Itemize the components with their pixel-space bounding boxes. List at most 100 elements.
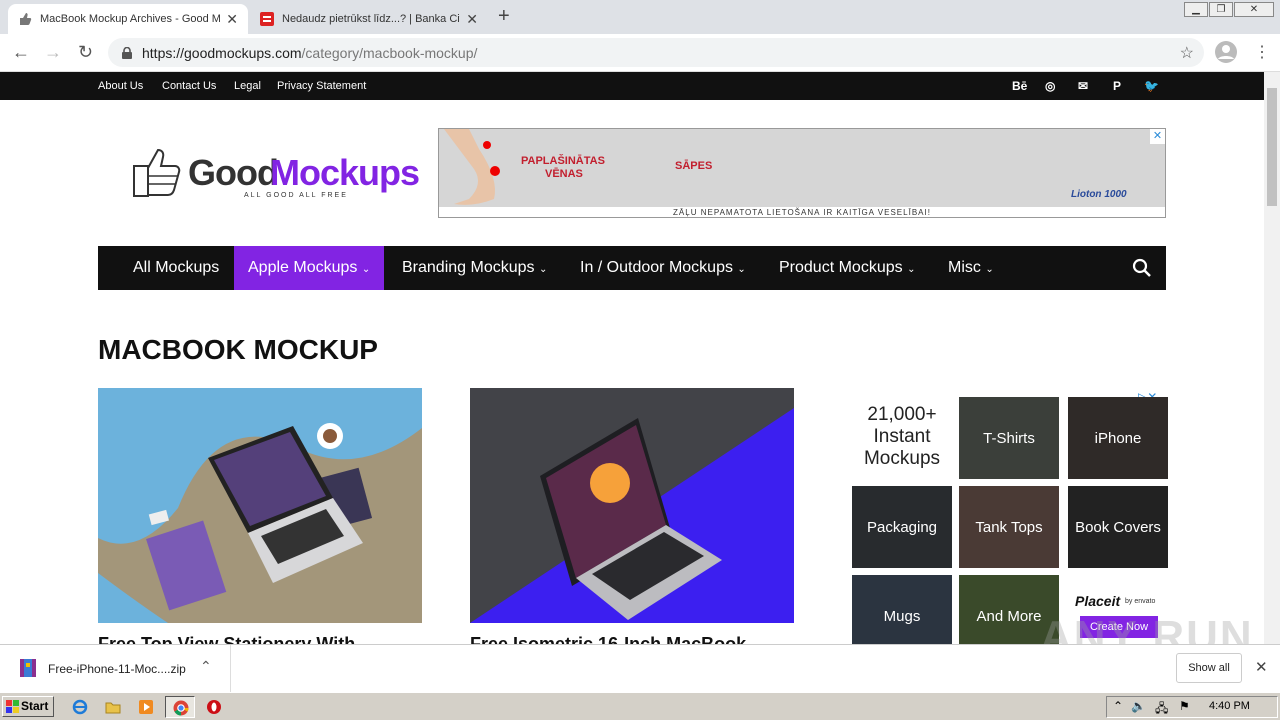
download-bar: Free-iPhone-11-Moc....zip ⌃ Show all ✕ xyxy=(0,644,1280,693)
isometric-macbook-image xyxy=(470,388,794,623)
behance-icon[interactable]: Bē xyxy=(1012,79,1027,93)
tab-title: MacBook Mockup Archives - Good Mo xyxy=(40,13,221,25)
bookmark-star-icon[interactable]: ☆ xyxy=(1180,43,1194,63)
show-all-button[interactable]: Show all xyxy=(1176,653,1242,683)
download-filename[interactable]: Free-iPhone-11-Moc....zip xyxy=(48,662,186,676)
download-close-icon[interactable]: ✕ xyxy=(1255,658,1268,676)
menu-kebab-icon[interactable]: ⋮ xyxy=(1254,42,1270,62)
top-link-legal[interactable]: Legal xyxy=(234,80,261,92)
chevron-down-icon: ⌄ xyxy=(737,264,746,275)
windows-taskbar: Start ⌃ 🔈 🖧 ⚑ 4:40 PM xyxy=(0,692,1280,720)
nav-label: Product Mockups xyxy=(779,259,903,276)
close-window-button[interactable]: ✕ xyxy=(1234,2,1274,17)
tile-iphone[interactable]: iPhone xyxy=(1068,397,1168,479)
tile-mugs[interactable]: Mugs xyxy=(852,575,952,644)
webpage: About Us Contact Us Legal Privacy Statem… xyxy=(0,72,1264,644)
main-nav: All Mockups Apple Mockups ⌄ Branding Moc… xyxy=(98,246,1166,290)
chrome-taskbar-button[interactable] xyxy=(165,696,195,718)
post-title-1[interactable]: Free Top View Stationery With xyxy=(98,634,422,644)
tab-banka[interactable]: Nedaudz pietrūkst līdz...? | Banka Cit ✕ xyxy=(250,4,488,34)
profile-avatar-icon[interactable] xyxy=(1215,41,1237,63)
url-domain: https://goodmockups.com xyxy=(142,44,302,61)
logo-tagline: ALL GOOD ALL FREE xyxy=(244,192,348,199)
chevron-down-icon: ⌄ xyxy=(985,264,994,275)
thumbs-up-logo-icon xyxy=(133,148,181,197)
banner-ad[interactable]: PAPLAŠINĀTAS VĒNAS SĀPES Lioton 1000 ZĀĻ… xyxy=(438,128,1166,218)
anyrun-watermark: ANY RUN xyxy=(1040,612,1254,644)
search-icon[interactable] xyxy=(1132,258,1152,278)
logo-mockups: Mockups xyxy=(270,152,420,193)
logo-good: Good xyxy=(188,152,279,193)
sidead-headline: 21,000+ Instant Mockups xyxy=(863,404,941,469)
network-icon[interactable]: 🖧 xyxy=(1155,699,1168,720)
new-tab-button[interactable]: + xyxy=(498,5,510,28)
browser-toolbar: ← → ↻ https://goodmockups.com/category/m… xyxy=(0,34,1280,72)
tab-macbook-mockup[interactable]: MacBook Mockup Archives - Good Mo ✕ xyxy=(8,4,248,34)
scrollbar-thumb[interactable] xyxy=(1267,88,1277,206)
nav-in-outdoor-mockups[interactable]: In / Outdoor Mockups ⌄ xyxy=(566,246,760,290)
nav-all-mockups[interactable]: All Mockups xyxy=(119,246,233,290)
folder-icon[interactable] xyxy=(105,699,121,715)
post-title-2[interactable]: Free Isometric 16-Inch MacBook xyxy=(470,634,794,644)
nav-label: Apple Mockups xyxy=(248,259,358,276)
start-button[interactable]: Start xyxy=(2,696,54,717)
minimize-button[interactable]: ▁ xyxy=(1184,2,1208,17)
twitter-icon[interactable]: 🐦 xyxy=(1144,79,1159,93)
flag-icon[interactable]: ⚑ xyxy=(1179,699,1190,713)
placeit-sidebar-ad[interactable]: ▷✕ 21,000+ Instant Mockups T-Shirts iPho… xyxy=(848,388,1176,644)
download-chevron-icon[interactable]: ⌃ xyxy=(200,658,212,675)
tab-title: Nedaudz pietrūkst līdz...? | Banka Cit xyxy=(282,13,461,25)
nav-label: In / Outdoor Mockups xyxy=(580,259,733,276)
address-bar[interactable]: https://goodmockups.com/category/macbook… xyxy=(108,38,1204,67)
tile-packaging[interactable]: Packaging xyxy=(852,486,952,568)
nav-label: Branding Mockups xyxy=(402,259,535,276)
nav-misc[interactable]: Misc ⌄ xyxy=(934,246,1008,290)
lock-icon xyxy=(122,46,132,59)
nav-apple-mockups[interactable]: Apple Mockups ⌄ xyxy=(234,246,385,290)
nav-product-mockups[interactable]: Product Mockups ⌄ xyxy=(765,246,929,290)
top-link-privacy[interactable]: Privacy Statement xyxy=(277,80,366,92)
url-path: /category/macbook-mockup/ xyxy=(301,44,478,61)
back-arrow-icon[interactable]: ← xyxy=(12,42,30,63)
leg-illustration xyxy=(444,129,500,205)
nav-label: Misc xyxy=(948,259,981,276)
ad-text-1: PAPLAŠINĀTAS xyxy=(521,155,605,167)
page-scrollbar[interactable] xyxy=(1264,72,1280,644)
ie-icon[interactable] xyxy=(72,699,88,715)
thumbs-up-icon xyxy=(20,13,32,25)
chevron-down-icon: ⌄ xyxy=(538,264,548,275)
clock[interactable]: 4:40 PM xyxy=(1209,700,1250,712)
placeit-logo: Placeit xyxy=(1075,593,1121,609)
top-bar: About Us Contact Us Legal Privacy Statem… xyxy=(0,72,1264,100)
restore-button[interactable]: ❐ xyxy=(1209,2,1233,17)
windows-logo-icon xyxy=(6,700,19,713)
envato-by-text: by envato xyxy=(1125,598,1156,605)
top-link-contact[interactable]: Contact Us xyxy=(162,80,216,92)
dribbble-icon[interactable]: ◎ xyxy=(1045,79,1055,93)
opera-icon[interactable] xyxy=(206,699,222,715)
media-player-icon[interactable] xyxy=(138,699,154,715)
tile-tank-tops[interactable]: Tank Tops xyxy=(959,486,1059,568)
top-link-about[interactable]: About Us xyxy=(98,80,143,92)
start-label: Start xyxy=(21,699,49,713)
tile-book-covers[interactable]: Book Covers xyxy=(1068,486,1168,568)
tab-close-icon[interactable]: ✕ xyxy=(226,11,238,28)
pinterest-icon[interactable]: P xyxy=(1113,79,1121,93)
tab-close-icon[interactable]: ✕ xyxy=(466,11,478,28)
site-logo[interactable]: Good Mockups ALL GOOD ALL FREE xyxy=(132,144,420,200)
download-divider xyxy=(230,645,231,693)
chevron-down-icon: ⌄ xyxy=(361,264,371,275)
reload-icon[interactable]: ↻ xyxy=(78,42,93,63)
chrome-icon xyxy=(173,700,189,716)
ad-brand: Lioton 1000 xyxy=(1071,189,1127,200)
ad-close-icon[interactable]: ✕ xyxy=(1150,129,1165,144)
nav-branding-mockups[interactable]: Branding Mockups ⌄ xyxy=(388,246,561,290)
volume-icon[interactable]: 🔈 xyxy=(1131,699,1146,713)
post-thumbnail-2[interactable] xyxy=(470,388,794,623)
forward-arrow-icon[interactable]: → xyxy=(44,42,62,63)
bank-favicon-icon xyxy=(260,12,274,26)
mail-icon[interactable]: ✉ xyxy=(1078,79,1088,93)
post-thumbnail-1[interactable] xyxy=(98,388,422,623)
tray-arrow-icon[interactable]: ⌃ xyxy=(1113,699,1123,713)
tile-tshirts[interactable]: T-Shirts xyxy=(959,397,1059,479)
